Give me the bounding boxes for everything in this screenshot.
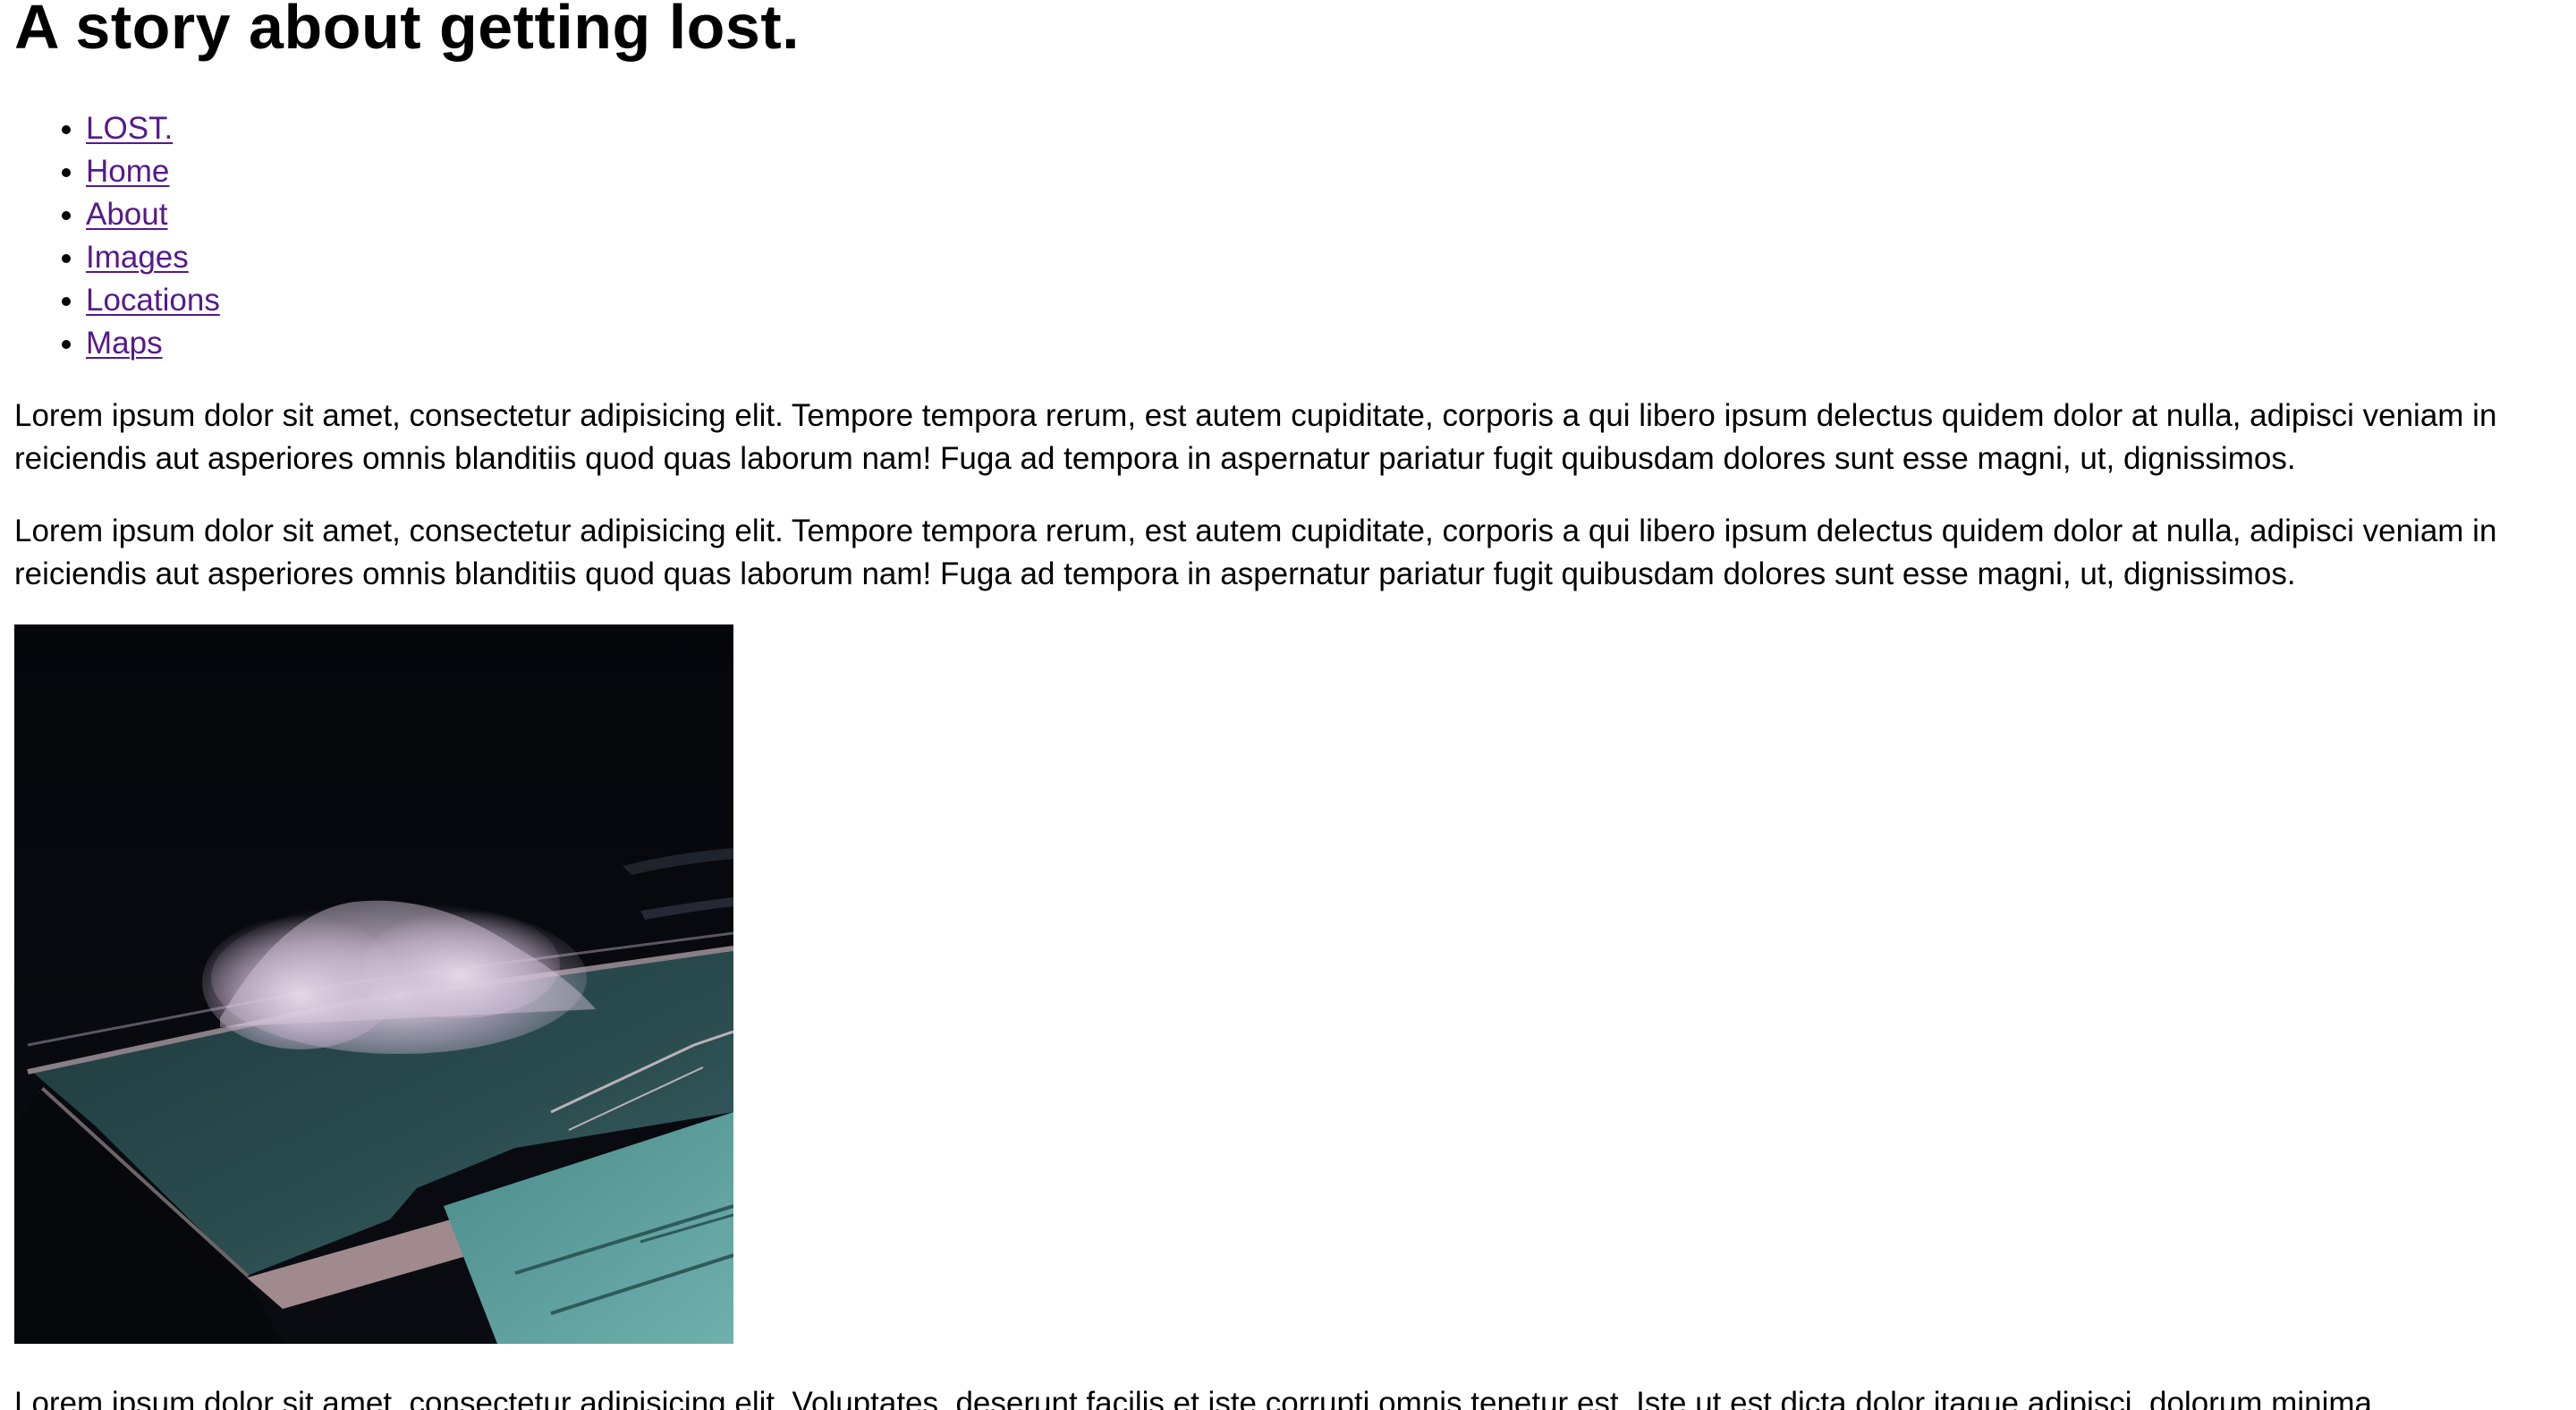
page: A story about getting lost. LOST. Home A… bbox=[0, 0, 2576, 1410]
page-title: A story about getting lost. bbox=[14, 0, 801, 62]
body-paragraph-1: Lorem ipsum dolor sit amet, consectetur … bbox=[14, 398, 2497, 476]
nav-item-maps: Maps bbox=[86, 322, 220, 365]
nav-link-lost[interactable]: LOST. bbox=[86, 111, 173, 146]
nav-item-images: Images bbox=[86, 236, 220, 279]
nav-link-maps[interactable]: Maps bbox=[86, 326, 163, 361]
body-paragraph-2: Lorem ipsum dolor sit amet, consectetur … bbox=[14, 514, 2497, 591]
nav-item-home: Home bbox=[86, 150, 220, 193]
nav-link-locations[interactable]: Locations bbox=[86, 283, 220, 318]
nav-list: LOST. Home About Images Locations Maps bbox=[0, 107, 220, 365]
nav-item-about: About bbox=[86, 193, 220, 236]
ocean-pool-wave-photo bbox=[14, 624, 733, 1344]
nav-link-home[interactable]: Home bbox=[86, 154, 169, 189]
body-paragraph-3: Lorem ipsum dolor sit amet, consectetur … bbox=[14, 1386, 2381, 1410]
nav-link-images[interactable]: Images bbox=[86, 240, 189, 275]
nav-link-about[interactable]: About bbox=[86, 197, 167, 232]
nav-item-lost: LOST. bbox=[86, 107, 220, 150]
nav-item-locations: Locations bbox=[86, 279, 220, 322]
